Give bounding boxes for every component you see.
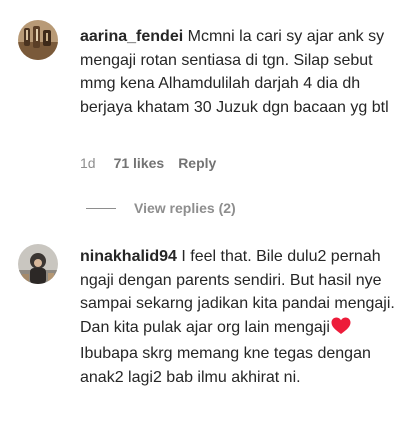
comment-meta: 1d 71 likes Reply — [80, 155, 216, 171]
comment-username[interactable]: aarina_fendei — [80, 28, 183, 45]
avatar[interactable] — [18, 244, 58, 284]
view-replies-button[interactable]: View replies (2) — [86, 200, 236, 216]
comment-text: ninakhalid94 I feel that. Bile dulu2 per… — [80, 245, 402, 389]
comment-likes[interactable]: 71 likes — [114, 155, 165, 171]
avatar-image — [18, 20, 58, 60]
view-replies-label: View replies (2) — [134, 200, 236, 216]
avatar[interactable] — [18, 20, 58, 60]
red-heart-icon — [331, 317, 351, 343]
comment-time[interactable]: 1d — [80, 155, 96, 171]
view-replies-divider — [86, 207, 116, 209]
comment-text: aarina_fendei Mcmni la cari sy ajar ank … — [80, 25, 402, 119]
comment-username[interactable]: ninakhalid94 — [80, 248, 177, 265]
reply-button[interactable]: Reply — [178, 155, 216, 171]
comment-content-continued: Ibubapa skrg memang kne tegas dengan ana… — [80, 345, 371, 386]
avatar-image — [18, 244, 58, 284]
